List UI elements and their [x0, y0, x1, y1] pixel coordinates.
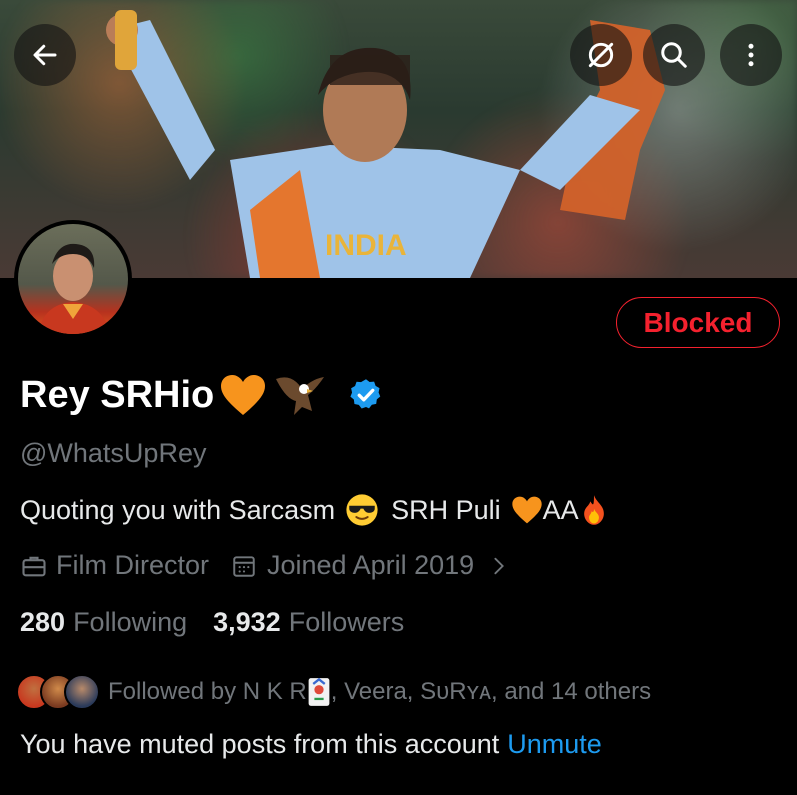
svg-text:INDIA: INDIA	[325, 229, 407, 262]
profile-banner[interactable]: INDIA	[0, 0, 797, 278]
chevron-right-icon[interactable]	[488, 553, 510, 579]
followers-count: 3,932	[213, 607, 281, 637]
bio-text-1: Quoting you with Sarcasm	[20, 494, 336, 525]
followed-by-prefix: Followed by N K R	[108, 678, 307, 705]
fire-emoji-icon	[583, 495, 604, 525]
avatar-portrait-image	[38, 243, 110, 334]
back-button[interactable]	[14, 24, 76, 86]
more-options-button[interactable]	[720, 24, 782, 86]
verified-badge-icon[interactable]	[348, 377, 384, 413]
followed-by-row[interactable]: Followed by N K R , Veera, SᴜRʏᴀ, and 14…	[16, 674, 651, 710]
profile-avatar[interactable]	[14, 220, 132, 338]
profile-bio: Quoting you with Sarcasm SRH Puli AA	[20, 493, 609, 527]
no-sync-button[interactable]	[570, 24, 632, 86]
user-handle: @WhatsUpRey	[20, 438, 207, 468]
muted-text: You have muted posts from this account	[20, 729, 500, 759]
followers-link[interactable]: 3,932 Followers	[213, 607, 404, 638]
blocked-label: Blocked	[643, 306, 753, 338]
eagle-emoji-icon	[276, 377, 325, 415]
sunglasses-emoji-icon	[346, 494, 378, 526]
followed-by-suffix: , Veera, SᴜRʏᴀ, and 14 others	[330, 678, 652, 705]
bio-text-3: AA	[542, 494, 579, 525]
following-count: 280	[20, 607, 66, 637]
search-button[interactable]	[643, 24, 705, 86]
briefcase-icon	[22, 556, 46, 576]
search-icon	[661, 42, 687, 68]
display-name-row: Rey SRHio	[20, 370, 384, 420]
profile-meta-row: Film Director Joined April 2019	[20, 550, 510, 581]
profession-label: Film Director	[56, 550, 209, 580]
orange-heart-emoji-icon-bio	[512, 496, 542, 524]
more-vertical-icon	[748, 43, 754, 67]
arrow-left-icon	[33, 44, 57, 66]
blocked-button[interactable]: Blocked	[616, 297, 780, 348]
follow-stats: 280 Following 3,932 Followers	[20, 607, 404, 638]
following-label: Following	[73, 607, 188, 637]
joker-card-emoji-icon	[308, 677, 330, 706]
bio-text-2: SRH Puli	[391, 494, 501, 525]
orange-heart-emoji-icon	[221, 375, 266, 415]
followers-label: Followers	[288, 607, 405, 637]
following-link[interactable]: 280 Following	[20, 607, 187, 638]
joined-date: Joined April 2019	[267, 550, 475, 580]
unmute-link[interactable]: Unmute	[507, 729, 602, 759]
no-sync-icon	[588, 42, 614, 68]
muted-notice: You have muted posts from this account Un…	[20, 729, 602, 760]
display-name: Rey SRHio	[20, 373, 215, 416]
calendar-icon	[233, 555, 255, 577]
follower-avatar	[64, 674, 100, 710]
